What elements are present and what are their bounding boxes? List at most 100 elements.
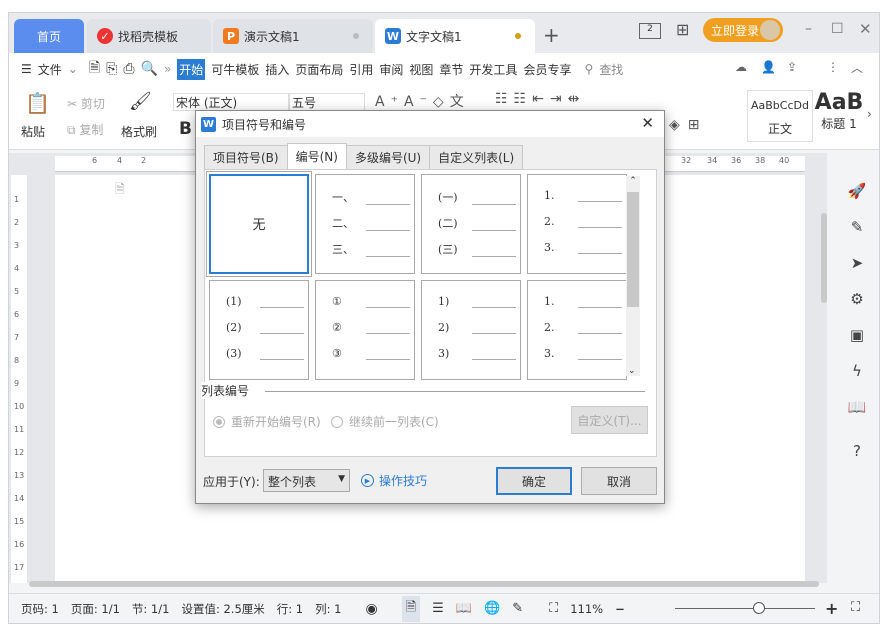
page-view-icon[interactable]: 🗎: [401, 595, 421, 622]
tab-multilevel[interactable]: 多级编号(U): [345, 145, 431, 169]
numbering-style-option[interactable]: (1) (2) (3): [209, 280, 309, 380]
format-painter-button[interactable]: 格式刷: [121, 123, 157, 140]
numbering-style-option[interactable]: (一) (二) (三): [421, 174, 521, 274]
share-icon[interactable]: ⇪: [787, 60, 797, 74]
copy-button[interactable]: ⧉ 复制: [67, 121, 103, 138]
new-tab-button[interactable]: +: [543, 23, 560, 47]
fit-page-icon[interactable]: ⛶: [549, 601, 558, 616]
font-tools-icons[interactable]: A⁺A⁻◇文: [375, 91, 470, 111]
cut-button[interactable]: ✂ 剪切: [67, 95, 105, 112]
tab-bullets[interactable]: 项目符号(B): [204, 145, 288, 169]
login-button[interactable]: 立即登录: [703, 18, 783, 42]
style-heading1[interactable]: AaB 标题 1: [813, 90, 865, 142]
menu-layout[interactable]: 页面布局: [295, 61, 343, 78]
customize-button[interactable]: 自定义(T)...: [571, 406, 648, 434]
cursor-icon[interactable]: ➤: [837, 245, 877, 281]
numbering-style-none[interactable]: 无: [206, 171, 312, 277]
tab-templates[interactable]: ✓ 找稻壳模板: [87, 19, 211, 53]
numbering-style-option[interactable]: 1. 2. 3.: [527, 174, 627, 274]
more-icon[interactable]: »: [164, 62, 171, 76]
menu-icon[interactable]: ☰: [21, 62, 32, 76]
tips-link[interactable]: ▶ 操作技巧: [361, 472, 427, 489]
style-normal[interactable]: AaBbCcDd 正文: [747, 90, 813, 142]
menu-insert[interactable]: 插入: [265, 61, 289, 78]
scroll-thumb[interactable]: [627, 192, 639, 307]
horizontal-scrollbar[interactable]: [29, 581, 819, 587]
print-preview-icon[interactable]: 🔍: [141, 61, 158, 77]
bold-button[interactable]: B: [179, 119, 192, 139]
paste-button[interactable]: 粘贴: [21, 123, 45, 140]
menu-member[interactable]: 会员专享: [523, 61, 571, 78]
zoom-out-button[interactable]: −: [615, 602, 625, 616]
share-user-icon[interactable]: 👤: [761, 60, 776, 74]
save-icon[interactable]: 🗎: [89, 57, 100, 81]
apply-to-select[interactable]: 整个列表 ▼: [263, 469, 350, 492]
pen-icon[interactable]: ✎: [837, 209, 877, 245]
gallery-scrollbar[interactable]: ⌃ ⌄: [626, 176, 640, 376]
continue-radio[interactable]: 继续前一列表(C): [331, 413, 439, 430]
styles-scroll-right[interactable]: ›: [867, 107, 872, 121]
menu-review[interactable]: 审阅: [379, 61, 403, 78]
scroll-down-icon[interactable]: ⌄: [628, 366, 636, 376]
collapse-ribbon-icon[interactable]: ︿: [851, 59, 863, 76]
menu-references[interactable]: 引用: [349, 61, 373, 78]
numbering-style-option[interactable]: ① ② ③: [315, 280, 415, 380]
paragraph-tools-icons[interactable]: ☷☷⇤⇥⇹: [495, 91, 585, 107]
write-view-icon[interactable]: ✎: [512, 601, 523, 616]
vertical-scrollbar[interactable]: [821, 213, 827, 303]
tab-custom-list[interactable]: 自定义列表(L): [429, 145, 524, 169]
sliders-icon[interactable]: ⚙: [837, 281, 877, 317]
brush-icon[interactable]: 🖌: [129, 91, 152, 112]
rocket-icon[interactable]: 🚀: [837, 173, 877, 209]
lightning-icon[interactable]: ϟ: [837, 353, 877, 389]
menu-file[interactable]: 文件: [38, 61, 62, 78]
menu-section[interactable]: 章节: [439, 61, 463, 78]
search-button[interactable]: 查找: [599, 61, 623, 78]
web-view-icon[interactable]: 🌐: [484, 601, 500, 616]
ok-button[interactable]: 确定: [496, 467, 572, 495]
zoom-level[interactable]: 111%: [570, 602, 603, 616]
fullscreen-icon[interactable]: ⛶: [851, 600, 860, 615]
border-tools-icons[interactable]: ◈⊞: [669, 117, 708, 133]
zoom-slider[interactable]: [675, 602, 815, 614]
zoom-in-button[interactable]: +: [825, 599, 838, 618]
menu-home[interactable]: 开始: [177, 58, 206, 80]
font-select[interactable]: 宋体 (正文): [173, 93, 289, 111]
zoom-slider-knob[interactable]: [753, 602, 765, 614]
export-pdf-icon[interactable]: ⎘: [106, 61, 117, 77]
apps-grid-icon[interactable]: ⊞: [676, 20, 689, 39]
restart-radio[interactable]: 重新开始编号(R): [213, 413, 321, 430]
image-icon[interactable]: ▣: [837, 317, 877, 353]
minimize-button[interactable]: –: [805, 21, 812, 37]
scroll-up-icon[interactable]: ⌃: [626, 176, 640, 186]
maximize-button[interactable]: ☐: [831, 21, 844, 37]
cloud-icon[interactable]: ☁: [735, 60, 747, 74]
numbering-style-option[interactable]: 1) 2) 3): [421, 280, 521, 380]
close-window-button[interactable]: ✕: [859, 20, 872, 38]
font-size-select[interactable]: 五号: [289, 93, 365, 111]
numbering-style-option[interactable]: 一、 二、 三、: [315, 174, 415, 274]
sample-line: 2.: [544, 215, 622, 228]
dialog-close-button[interactable]: ✕: [641, 114, 654, 132]
menu-view[interactable]: 视图: [409, 61, 433, 78]
more-options-icon[interactable]: ⋮: [827, 60, 839, 74]
tab-home[interactable]: 首页: [14, 19, 84, 53]
sample-line: ①: [332, 295, 410, 308]
reading-view-icon[interactable]: 📖: [456, 601, 472, 616]
book-icon[interactable]: 📖: [837, 389, 877, 425]
chevron-down-icon[interactable]: ⌄: [68, 62, 78, 76]
cancel-button[interactable]: 取消: [581, 467, 657, 495]
menu-templates[interactable]: 可牛模板: [211, 61, 259, 78]
tab-presentation[interactable]: P 演示文稿1: [213, 19, 373, 53]
search-icon[interactable]: ⚲: [584, 62, 593, 76]
outline-view-icon[interactable]: ☰: [432, 601, 444, 616]
numbering-style-option[interactable]: 1. 2. 3.: [527, 280, 627, 380]
menu-developer[interactable]: 开发工具: [469, 61, 517, 78]
window-mode-icon[interactable]: 2: [639, 23, 661, 39]
tab-document[interactable]: W 文字文稿1: [375, 19, 535, 53]
eye-protection-icon[interactable]: ◉: [366, 601, 378, 617]
paste-icon[interactable]: 📋: [25, 91, 50, 115]
help-icon[interactable]: ?: [837, 433, 877, 469]
tab-numbering[interactable]: 编号(N): [286, 143, 347, 169]
print-icon[interactable]: ⎙: [123, 61, 134, 77]
